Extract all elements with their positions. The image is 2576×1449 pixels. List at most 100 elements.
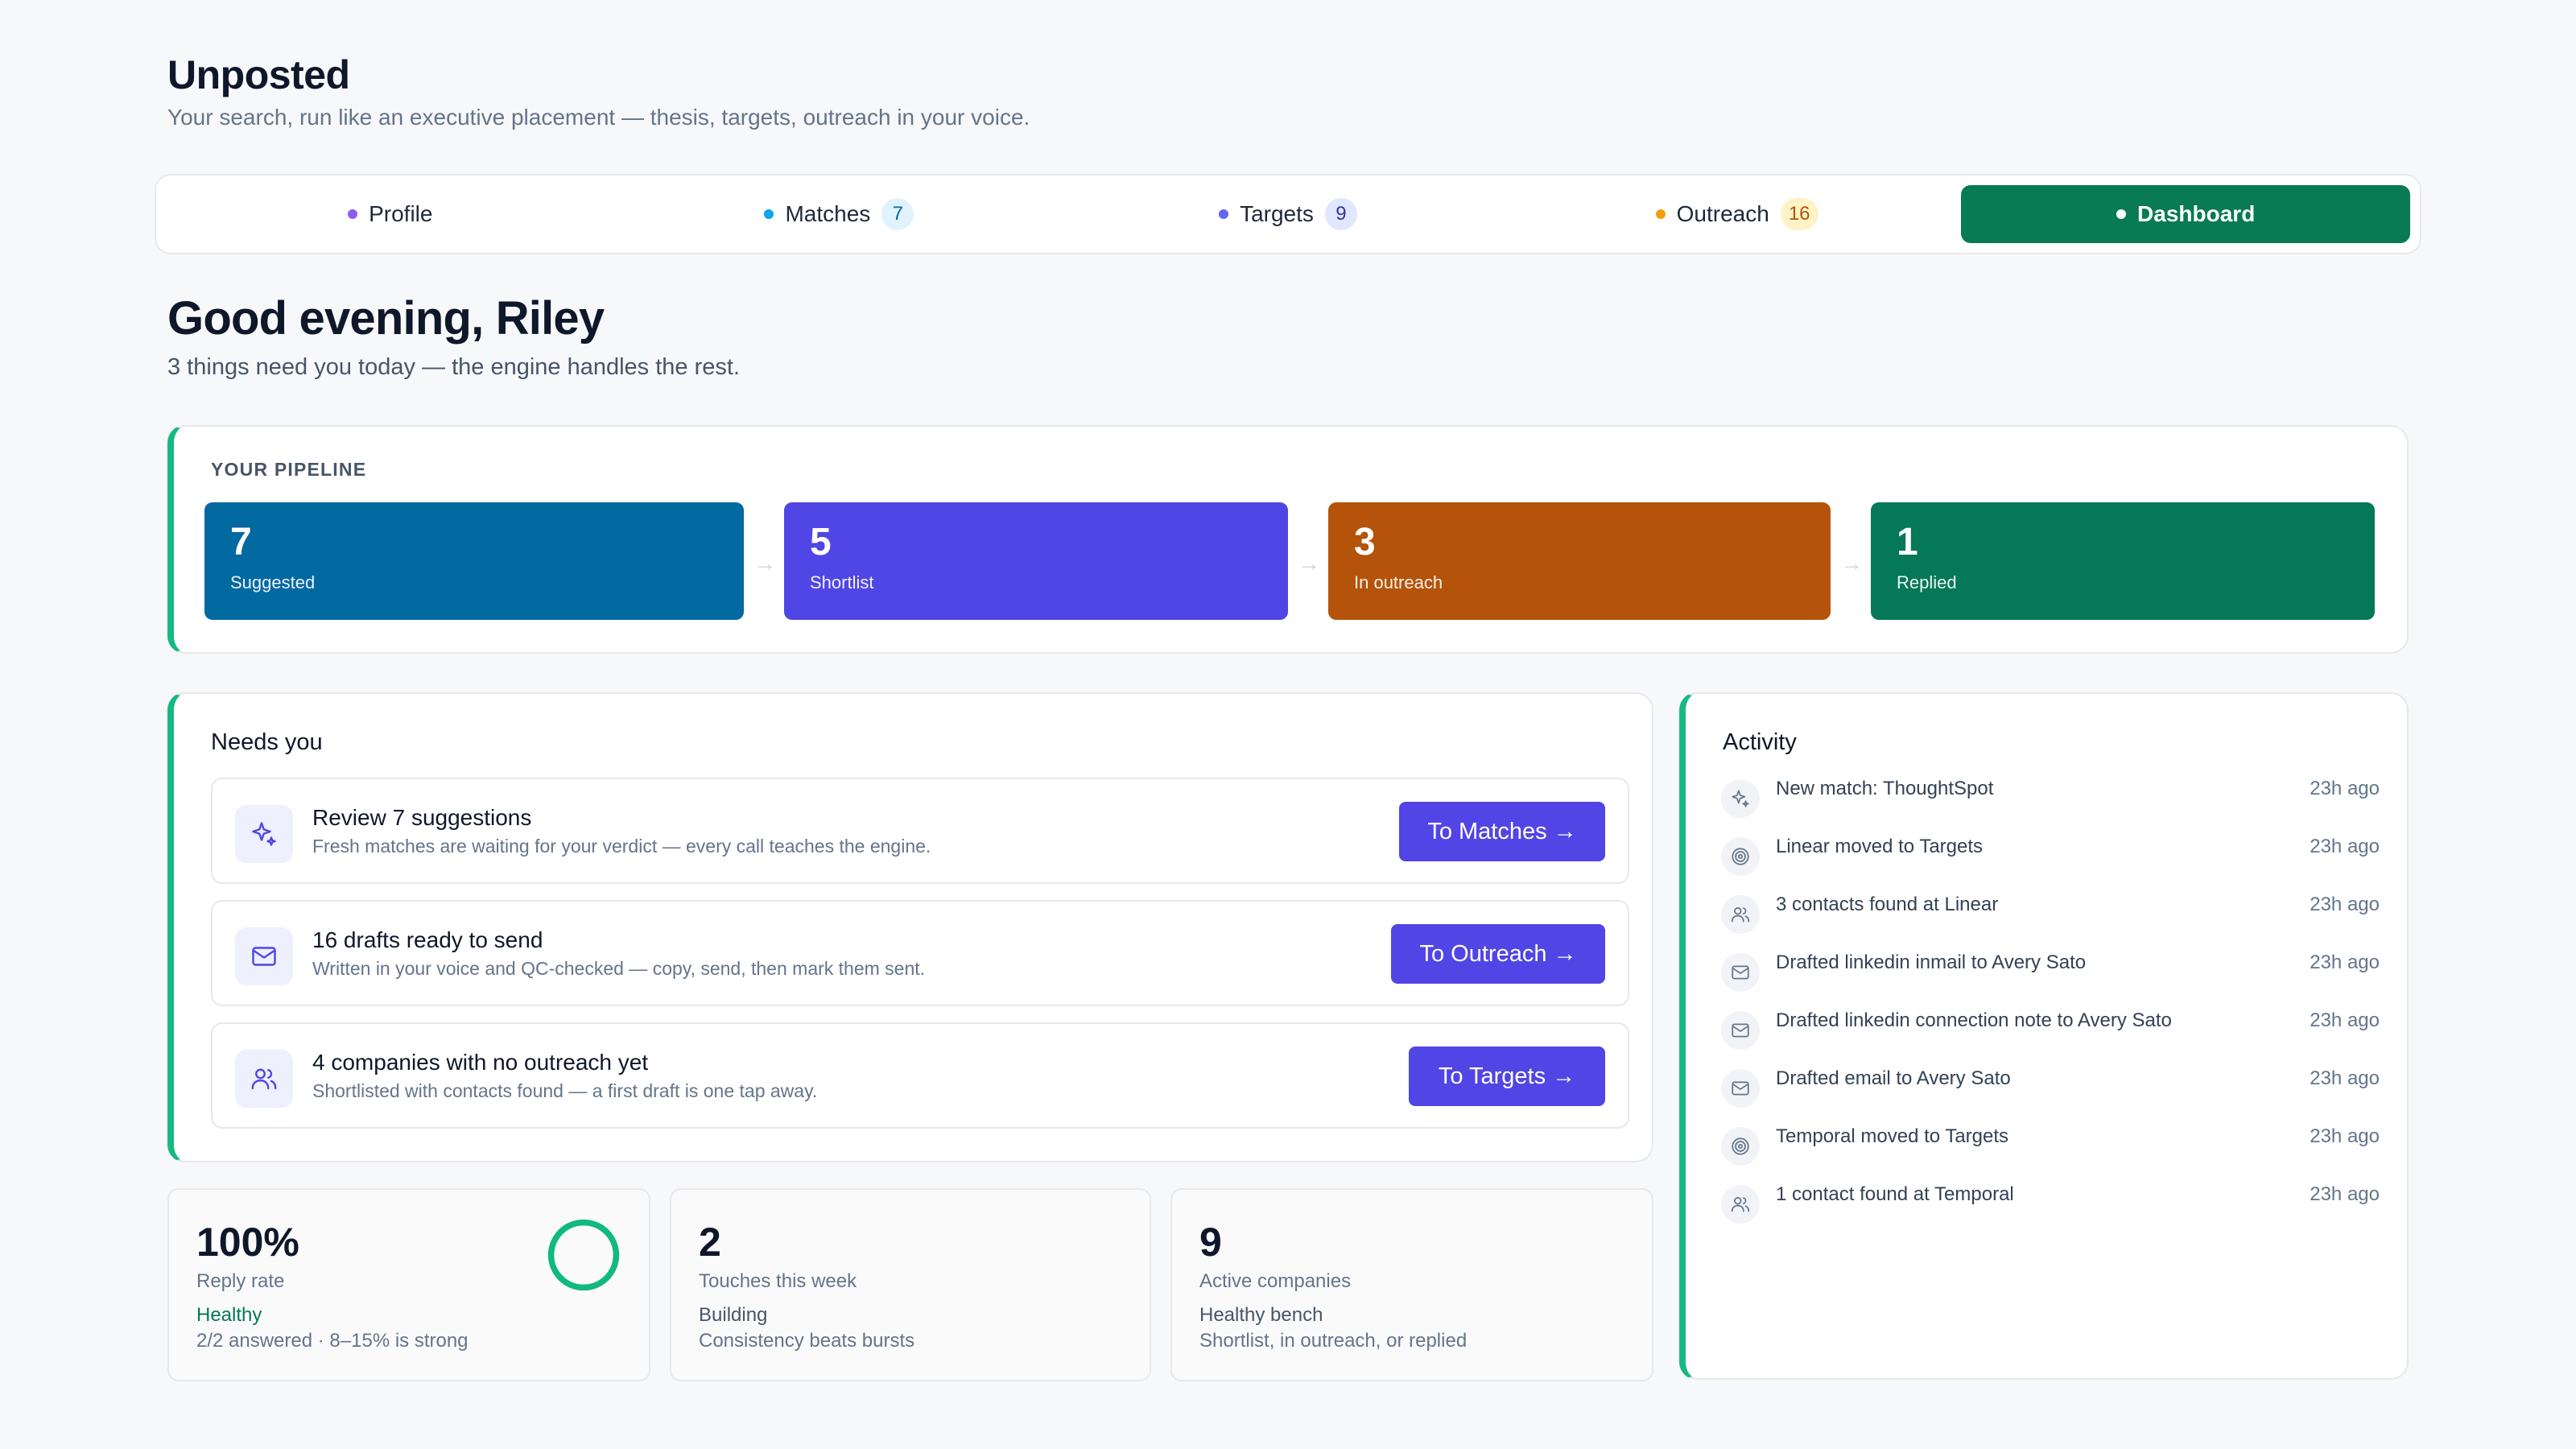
task-title: 4 companies with no outreach yet [312, 1050, 649, 1075]
stat-active-companies: 9 Active companies Healthy bench Shortli… [1170, 1188, 1653, 1381]
activity-time: 23h ago [2310, 836, 2380, 857]
tab-label: Matches [785, 201, 871, 226]
activity-title: Activity [1723, 729, 1797, 755]
stage-count: 5 [810, 521, 832, 564]
app-title: Unposted [167, 52, 350, 97]
tab-dashboard[interactable]: Dashboard [1961, 185, 2410, 243]
task-title: Review 7 suggestions [312, 805, 532, 830]
to-matches-button[interactable]: To Matches → [1399, 802, 1605, 861]
task-title: 16 drafts ready to send [312, 927, 543, 952]
tab-label: Dashboard [2137, 201, 2256, 226]
activity-time: 23h ago [2310, 778, 2380, 799]
activity-text: Drafted linkedin inmail to Avery Sato [1776, 952, 2087, 973]
target-icon [1721, 837, 1760, 876]
tab-matches[interactable]: Matches 7 [615, 185, 1064, 243]
stat-value: 2 [699, 1220, 721, 1265]
task-drafts-ready: 16 drafts ready to send Written in your … [211, 900, 1629, 1006]
stat-hint: 2/2 answered · 8–15% is strong [196, 1330, 469, 1352]
activity-text: Temporal moved to Targets [1776, 1125, 2009, 1147]
stat-touches-this-week: 2 Touches this week Building Consistency… [670, 1188, 1151, 1381]
greeting-title: Good evening, Riley [167, 292, 605, 345]
stage-count: 1 [1897, 521, 1918, 564]
activity-time: 23h ago [2310, 1125, 2380, 1147]
mail-icon [1721, 953, 1760, 992]
stage-count: 3 [1354, 521, 1376, 564]
users-icon [235, 1050, 293, 1108]
activity-time: 23h ago [2310, 1183, 2380, 1205]
stage-replied[interactable]: 1 Replied [1871, 502, 2375, 620]
arrow-right-icon: → [753, 551, 776, 576]
activity-item: New match: ThoughtSpot 23h ago [1721, 778, 2380, 823]
task-no-outreach: 4 companies with no outreach yet Shortli… [211, 1022, 1629, 1129]
pipeline-card: YOUR PIPELINE 7 Suggested → 5 Shortlist … [167, 425, 2409, 654]
arrow-right-icon: → [1840, 551, 1863, 576]
tab-outreach[interactable]: Outreach 16 [1513, 185, 1962, 243]
activity-text: Linear moved to Targets [1776, 836, 1984, 857]
stat-status: Healthy [196, 1304, 262, 1326]
stat-status: Building [699, 1304, 768, 1326]
count-badge: 7 [881, 198, 914, 230]
count-badge: 16 [1780, 198, 1818, 230]
status-dot-icon [2116, 209, 2127, 219]
stage-label: Shortlist [810, 572, 874, 592]
stage-label: In outreach [1354, 572, 1443, 592]
tab-profile[interactable]: Profile [166, 185, 615, 243]
status-dot-icon [764, 209, 774, 219]
activity-item: Temporal moved to Targets 23h ago [1721, 1125, 2380, 1170]
activity-text: Drafted email to Avery Sato [1776, 1067, 2011, 1089]
to-targets-button[interactable]: To Targets → [1409, 1046, 1605, 1106]
tab-label: Targets [1240, 201, 1314, 226]
mail-icon [235, 927, 293, 985]
status-dot-icon [1219, 209, 1229, 219]
pipeline-label: YOUR PIPELINE [211, 459, 367, 480]
stat-label: Reply rate [196, 1270, 285, 1292]
stat-hint: Consistency beats bursts [699, 1330, 915, 1352]
tab-label: Profile [369, 201, 433, 226]
stage-in-outreach[interactable]: 3 In outreach [1328, 502, 1831, 620]
stage-suggested[interactable]: 7 Suggested [204, 502, 744, 620]
stat-hint: Shortlist, in outreach, or replied [1199, 1330, 1468, 1352]
stage-label: Suggested [230, 572, 316, 592]
activity-text: New match: ThoughtSpot [1776, 778, 1994, 799]
stage-label: Replied [1897, 572, 1957, 592]
needs-you-title: Needs you [211, 729, 323, 755]
activity-time: 23h ago [2310, 1067, 2380, 1089]
sparkle-icon [1721, 779, 1760, 818]
task-description: Written in your voice and QC-checked — c… [312, 958, 926, 979]
stat-reply-rate: 100% Reply rate Healthy 2/2 answered · 8… [167, 1188, 650, 1381]
stage-shortlist[interactable]: 5 Shortlist [784, 502, 1288, 620]
stat-label: Active companies [1199, 1270, 1352, 1292]
arrow-right-icon: → [1298, 551, 1320, 576]
greeting-subtitle: 3 things need you today — the engine han… [167, 354, 740, 380]
mail-icon [1721, 1069, 1760, 1108]
progress-ring [547, 1219, 620, 1291]
users-icon [1721, 895, 1760, 934]
task-review-suggestions: Review 7 suggestions Fresh matches are w… [211, 778, 1629, 884]
main-nav: Profile Matches 7 Targets 9 Outreach 16 … [155, 174, 2421, 254]
activity-item: Drafted linkedin inmail to Avery Sato 23… [1721, 952, 2380, 997]
activity-time: 23h ago [2310, 952, 2380, 973]
stat-value: 9 [1199, 1220, 1222, 1265]
to-outreach-button[interactable]: To Outreach → [1391, 924, 1605, 984]
activity-item: Drafted linkedin connection note to Aver… [1721, 1009, 2380, 1055]
activity-item: 1 contact found at Temporal 23h ago [1721, 1183, 2380, 1228]
users-icon [1721, 1185, 1760, 1224]
ring-fill [547, 1219, 620, 1291]
dashboard-page: Unposted Your search, run like an execut… [0, 0, 2576, 1449]
activity-item: 3 contacts found at Linear 23h ago [1721, 894, 2380, 939]
activity-text: 3 contacts found at Linear [1776, 894, 1999, 915]
status-dot-icon [1655, 209, 1666, 219]
target-icon [1721, 1127, 1760, 1166]
stage-count: 7 [230, 521, 252, 564]
mail-icon [1721, 1011, 1760, 1050]
stat-value: 100% [196, 1220, 299, 1265]
activity-text: 1 contact found at Temporal [1776, 1183, 2014, 1205]
needs-you-card: Needs you Review 7 suggestions Fresh mat… [167, 692, 1653, 1162]
tab-label: Outreach [1676, 201, 1769, 226]
task-description: Shortlisted with contacts found — a firs… [312, 1080, 818, 1101]
status-dot-icon [348, 209, 358, 219]
count-badge: 9 [1324, 198, 1357, 230]
task-description: Fresh matches are waiting for your verdi… [312, 836, 931, 857]
tab-targets[interactable]: Targets 9 [1063, 185, 1513, 243]
activity-time: 23h ago [2310, 1009, 2380, 1031]
